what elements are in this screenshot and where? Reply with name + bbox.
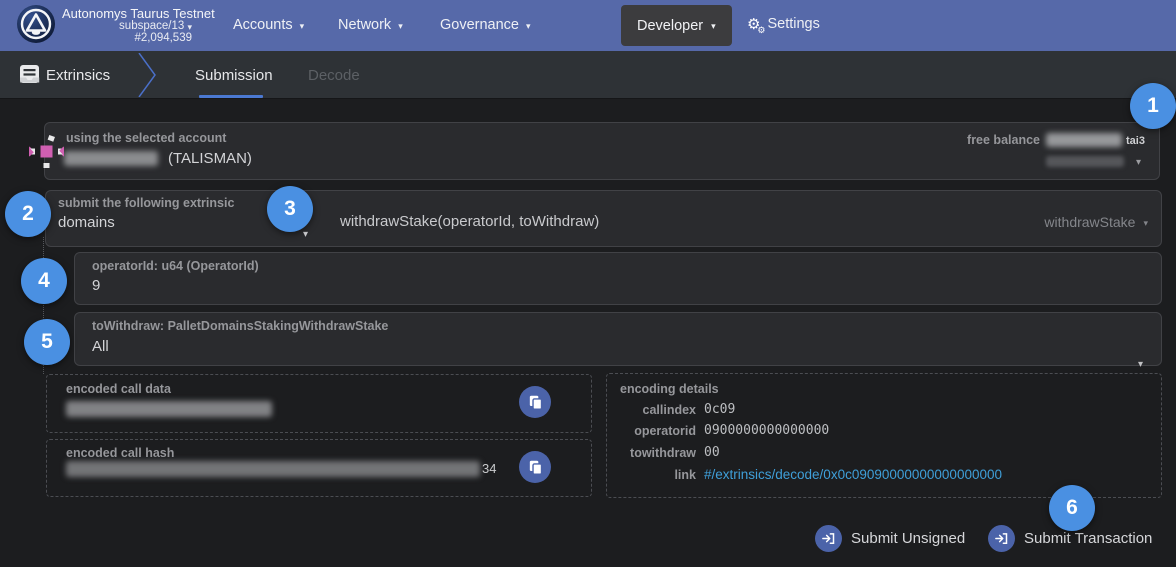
decode-link[interactable]: #/extrinsics/decode/0x0c0909000000000000… — [704, 467, 1002, 482]
nav-item-accounts[interactable]: Accounts▾ — [233, 17, 304, 33]
copy-icon — [527, 459, 544, 476]
annotation-badge-5: 5 — [24, 319, 70, 365]
method-signature: withdrawStake(operatorId, toWithdraw) — [340, 213, 599, 230]
sign-in-icon — [815, 525, 842, 552]
towithdraw-value: 00 — [704, 445, 720, 460]
param-operatorid-label: operatorId: u64 (OperatorId) — [92, 259, 259, 273]
annotation-badge-2: 2 — [5, 191, 51, 237]
redacted-call-hash — [66, 461, 480, 477]
tab-submission-underline — [199, 95, 263, 98]
annotation-badge-3: 3 — [267, 186, 313, 232]
tab-decode[interactable]: Decode — [308, 67, 360, 84]
pallet-select-value[interactable]: domains — [58, 214, 115, 231]
link-label: link — [596, 468, 696, 482]
copy-call-hash-button[interactable] — [519, 451, 551, 483]
chevron-down-icon: ▾ — [526, 22, 531, 31]
towithdraw-label: towithdraw — [596, 446, 696, 460]
redacted-balance-detail — [1046, 156, 1124, 167]
copy-call-data-button[interactable] — [519, 386, 551, 418]
copy-icon — [527, 394, 544, 411]
chain-name: Autonomys Taurus Testnet — [62, 6, 215, 21]
block-number: #2,094,539 — [62, 32, 204, 44]
runtime-selector[interactable]: subspace/13 ▾ — [62, 20, 192, 32]
annotation-badge-1: 1 — [1130, 83, 1176, 129]
account-identicon[interactable] — [29, 134, 64, 169]
param-towithdraw-value[interactable]: All — [92, 338, 109, 355]
annotation-badge-4: 4 — [21, 258, 67, 304]
nav-item-governance[interactable]: Governance▾ — [440, 17, 531, 33]
method-select[interactable]: withdrawStake▾ — [1044, 214, 1148, 230]
autonomys-logo-icon[interactable] — [17, 5, 55, 43]
account-name-suffix: (TALISMAN) — [168, 150, 252, 167]
chevron-down-icon: ▾ — [398, 22, 403, 31]
annotation-badge-6: 6 — [1049, 485, 1095, 531]
extrinsics-icon — [19, 64, 40, 84]
pallet-select-chevron-icon[interactable]: ▾ — [303, 230, 1176, 240]
section-tab-bar: Extrinsics Submission Decode — [0, 51, 1176, 99]
balance-expand-chevron-icon[interactable]: ▾ — [1136, 158, 1176, 168]
callindex-value: 0c09 — [704, 402, 735, 417]
redacted-balance-value — [1046, 133, 1122, 147]
gear-icon: ⚙⚙ — [747, 17, 760, 32]
chevron-down-icon: ▾ — [711, 22, 716, 31]
param-towithdraw-label: toWithdraw: PalletDomainsStakingWithdraw… — [92, 319, 388, 333]
tab-submission[interactable]: Submission — [195, 67, 273, 84]
operatorid-value: 0900000000000000 — [704, 423, 829, 438]
free-balance-label: free balance — [953, 133, 1040, 147]
breadcrumb-separator — [138, 53, 158, 102]
nav-item-developer[interactable]: Developer▾ — [621, 5, 732, 46]
submit-unsigned-button[interactable]: Submit Unsigned — [815, 525, 965, 552]
account-row-label: using the selected account — [66, 131, 226, 145]
extrinsic-row-label: submit the following extrinsic — [58, 196, 234, 210]
chevron-down-icon: ▾ — [187, 22, 192, 32]
top-nav-bar: Autonomys Taurus Testnet subspace/13 ▾ #… — [0, 0, 1176, 51]
method-select-chevron-icon: ▾ — [1143, 219, 1148, 228]
encoding-details-title: encoding details — [620, 382, 719, 396]
param-operatorid-value[interactable]: 9 — [92, 277, 100, 294]
call-hash-visible-suffix: 34 — [482, 461, 496, 476]
operatorid-label: operatorid — [596, 424, 696, 438]
redacted-call-data — [66, 401, 272, 417]
balance-unit: tai3 — [1126, 135, 1145, 147]
callindex-label: callindex — [596, 403, 696, 417]
chevron-down-icon: ▾ — [300, 22, 305, 31]
sign-in-icon — [988, 525, 1015, 552]
encoded-call-hash-label: encoded call hash — [66, 446, 174, 460]
nav-item-network[interactable]: Network▾ — [338, 17, 403, 33]
nav-item-settings[interactable]: ⚙⚙ Settings — [747, 16, 820, 32]
breadcrumb: Extrinsics — [46, 67, 110, 84]
extrinsics-page: Autonomys Taurus Testnet subspace/13 ▾ #… — [0, 0, 1176, 567]
redacted-account-name — [64, 151, 158, 166]
param-towithdraw-chevron-icon[interactable]: ▾ — [1138, 360, 1176, 370]
encoded-call-data-label: encoded call data — [66, 382, 171, 396]
